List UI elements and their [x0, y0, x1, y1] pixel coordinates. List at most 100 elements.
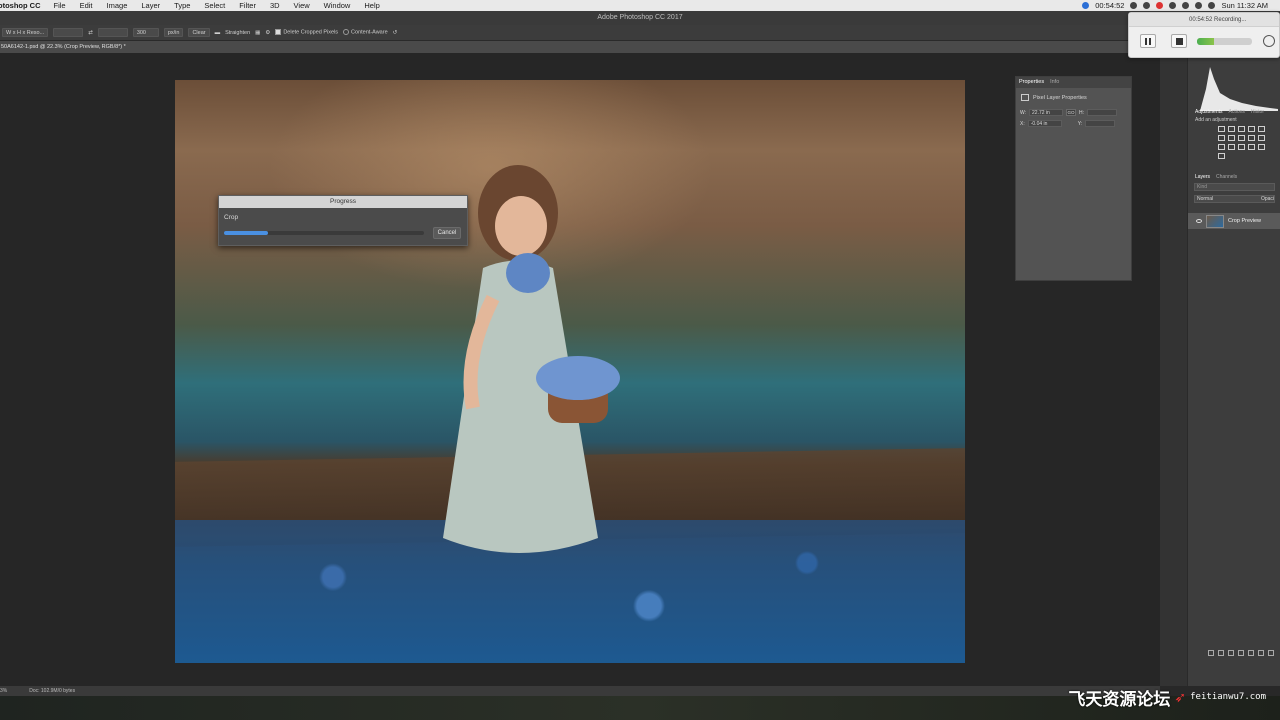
alert-icon[interactable] [1156, 2, 1164, 9]
group-icon[interactable] [1248, 650, 1254, 656]
mac-menubar: otoshop CC File Edit Image Layer Type Se… [0, 0, 1280, 11]
fx-icon[interactable] [1218, 650, 1224, 656]
tab-actions[interactable]: Actions [1229, 109, 1245, 115]
visibility-eye-icon[interactable] [1196, 219, 1202, 223]
channel-mixer-icon[interactable] [1258, 135, 1265, 141]
menu-help[interactable]: Help [357, 1, 386, 10]
height-field[interactable] [97, 28, 128, 37]
adjustment-icons [1188, 125, 1280, 160]
menu-file[interactable]: File [47, 1, 73, 10]
crop-preview-image[interactable] [175, 80, 965, 663]
selective-color-icon[interactable] [1218, 153, 1225, 159]
straighten-label[interactable]: Straighten [225, 30, 250, 36]
x-input[interactable]: -0.04 in [1027, 120, 1062, 127]
color-balance-icon[interactable] [1228, 135, 1235, 141]
cancel-button[interactable]: Cancel [433, 227, 461, 239]
overlay-grid-icon[interactable]: ▦ [255, 30, 260, 36]
menu-view[interactable]: View [287, 1, 317, 10]
adjustment-layer-icon[interactable] [1238, 650, 1244, 656]
bluetooth-icon[interactable] [1169, 2, 1177, 9]
properties-header-label: Pixel Layer Properties [1033, 94, 1087, 101]
layer-row[interactable]: Crop Preview [1188, 213, 1280, 229]
width-field[interactable] [53, 28, 84, 37]
document-tab[interactable]: 50A6142-1.psd @ 22.3% (Crop Preview, RGB… [0, 41, 1160, 53]
camera-icon[interactable] [1263, 35, 1275, 47]
curves-icon[interactable] [1238, 126, 1245, 132]
progress-bar [224, 231, 424, 235]
status-menu-area: 00:54:52 Sun 11:32 AM [1082, 1, 1280, 10]
delete-cropped-checkbox[interactable]: Delete Cropped Pixels [275, 29, 338, 36]
hue-saturation-icon[interactable] [1218, 135, 1225, 141]
opacity-label: Opaci [1260, 196, 1274, 202]
tab-layers[interactable]: Layers [1195, 174, 1210, 180]
layer-filter-kind[interactable]: Kind [1194, 183, 1275, 191]
layer-name[interactable]: Crop Preview [1228, 218, 1261, 224]
zoom-level[interactable]: 3% [0, 686, 7, 696]
trash-icon[interactable] [1268, 650, 1274, 656]
color-lookup-icon[interactable] [1218, 144, 1225, 150]
watermark-chinese: 飞天资源论坛 [1068, 689, 1171, 710]
pause-button[interactable] [1140, 34, 1156, 48]
audio-level-fill [1197, 38, 1214, 45]
resolution-field[interactable]: 300 [132, 28, 159, 37]
audio-level-meter [1197, 38, 1252, 45]
width-input[interactable]: 22.72 in [1029, 109, 1064, 116]
sync-icon[interactable] [1130, 2, 1138, 9]
exposure-icon[interactable] [1248, 126, 1255, 132]
threshold-icon[interactable] [1248, 144, 1255, 150]
invert-icon[interactable] [1228, 144, 1235, 150]
menu-type[interactable]: Type [167, 1, 197, 10]
link-layers-icon[interactable] [1208, 650, 1214, 656]
doc-size[interactable]: Doc: 102.9M/0 bytes [29, 686, 75, 696]
link-button[interactable]: GO [1066, 109, 1077, 116]
content-aware-checkbox[interactable]: Content-Aware [343, 29, 388, 36]
clear-button[interactable]: Clear [188, 28, 210, 37]
gradient-map-icon[interactable] [1258, 144, 1265, 150]
progress-label: Crop [224, 214, 239, 221]
swap-icon[interactable]: ⇄ [88, 30, 93, 36]
recording-status-icon[interactable] [1082, 2, 1090, 9]
menu-3d[interactable]: 3D [263, 1, 287, 10]
y-input[interactable] [1085, 120, 1116, 127]
gear-icon[interactable]: ⚙ [265, 30, 270, 36]
tab-adjustments[interactable]: Adjustments [1195, 109, 1223, 115]
menu-select[interactable]: Select [197, 1, 232, 10]
document-tab-label: 50A6142-1.psd @ 22.3% (Crop Preview, RGB… [1, 44, 126, 50]
tab-history[interactable]: Histor [1251, 109, 1264, 115]
app-menu[interactable]: otoshop CC [0, 1, 47, 10]
progress-title[interactable]: Progress [219, 196, 467, 208]
tab-properties[interactable]: Properties [1019, 77, 1044, 88]
levels-icon[interactable] [1228, 126, 1235, 132]
wifi-icon[interactable] [1182, 2, 1190, 9]
menu-filter[interactable]: Filter [232, 1, 263, 10]
battery-icon[interactable] [1208, 2, 1216, 9]
cloud-icon[interactable] [1143, 2, 1151, 9]
canvas-area[interactable]: Progress Crop Cancel Properties Info Pix… [0, 53, 1160, 686]
histogram [1200, 67, 1278, 111]
menu-window[interactable]: Window [317, 1, 358, 10]
height-input[interactable] [1087, 109, 1118, 116]
tab-info[interactable]: Info [1050, 77, 1059, 88]
layer-thumbnail [1206, 214, 1224, 228]
posterize-icon[interactable] [1238, 144, 1245, 150]
menu-layer[interactable]: Layer [134, 1, 167, 10]
status-timer: 00:54:52 [1095, 1, 1125, 10]
photo-filter-icon[interactable] [1248, 135, 1255, 141]
stop-button[interactable] [1171, 34, 1187, 48]
blend-mode-select[interactable]: Normal Opaci [1194, 195, 1275, 203]
vibrance-icon[interactable] [1258, 126, 1265, 132]
mask-icon[interactable] [1228, 650, 1234, 656]
tab-channels[interactable]: Channels [1216, 174, 1237, 180]
clock[interactable]: Sun 11:32 AM [1221, 1, 1268, 10]
new-layer-icon[interactable] [1258, 650, 1264, 656]
menu-edit[interactable]: Edit [73, 1, 100, 10]
brightness-icon[interactable] [1218, 126, 1225, 132]
volume-icon[interactable] [1195, 2, 1203, 9]
black-white-icon[interactable] [1238, 135, 1245, 141]
reset-icon[interactable]: ↺ [393, 30, 398, 36]
unit-dropdown[interactable]: px/in [163, 28, 184, 37]
straighten-icon[interactable]: ▬ [215, 30, 221, 36]
ratio-dropdown[interactable]: W x H x Reso... [2, 28, 49, 37]
layers-footer [1208, 650, 1274, 656]
menu-image[interactable]: Image [100, 1, 135, 10]
